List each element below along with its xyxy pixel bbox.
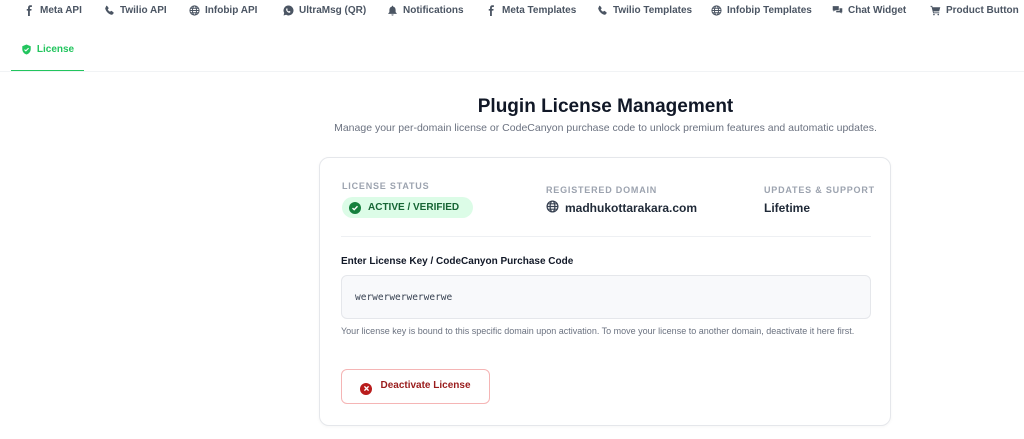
globe-icon (546, 200, 559, 216)
license-card: LICENSE STATUS ACTIVE / VERIFIED REGISTE… (319, 157, 891, 426)
license-status-label: LICENSE STATUS (342, 181, 430, 191)
tab-bar-divider (0, 71, 1024, 72)
close-circle-icon (360, 382, 373, 395)
tab-label: Product Button (946, 4, 1019, 16)
tab-label: License (36, 44, 75, 55)
tab-label: Infobip Templates (727, 4, 812, 16)
tab-label: UltraMsg (QR) (299, 4, 367, 16)
tab-label: Meta Templates (502, 4, 577, 16)
shield-icon (21, 44, 32, 58)
tab-chat-widget[interactable]: Chat Widget (831, 3, 906, 17)
check-circle-icon (349, 201, 361, 214)
tab-label: Twilio API (120, 4, 167, 16)
updates-support-label: UPDATES & SUPPORT (764, 185, 875, 195)
facebook-icon (23, 4, 35, 16)
tab-label: Meta API (40, 4, 82, 16)
page-subtitle: Manage your per-domain license or CodeCa… (334, 122, 877, 134)
whatsapp-icon (282, 4, 294, 16)
status-badge-text: ACTIVE / VERIFIED (368, 202, 460, 213)
globe-icon (710, 4, 722, 16)
deactivate-label: Deactivate License (380, 379, 471, 391)
license-help-text: Your license key is bound to this specif… (341, 326, 855, 336)
phone-icon (596, 4, 608, 16)
tab-license[interactable]: License (11, 38, 84, 72)
tab-infobip-templates[interactable]: Infobip Templates (710, 3, 812, 17)
tab-notifications[interactable]: Notifications (386, 3, 464, 17)
tab-label: Notifications (403, 4, 464, 16)
updates-support-value: Lifetime (764, 201, 811, 215)
tab-twilio-api[interactable]: Twilio API (103, 3, 167, 17)
registered-domain: madhukottarakara.com (546, 200, 697, 216)
page-title: Plugin License Management (477, 96, 734, 117)
cart-icon (929, 4, 941, 16)
phone-icon (103, 4, 115, 16)
domain-value: madhukottarakara.com (565, 201, 698, 215)
tab-twilio-templates[interactable]: Twilio Templates (596, 3, 692, 17)
tab-label: Infobip API (205, 4, 258, 16)
bell-icon (386, 4, 398, 16)
tab-label: Chat Widget (848, 4, 907, 16)
tab-product-button[interactable]: Product Button (929, 3, 1019, 17)
registered-domain-label: REGISTERED DOMAIN (546, 185, 658, 195)
tab-meta-templates[interactable]: Meta Templates (485, 3, 576, 17)
tab-label: Twilio Templates (613, 4, 693, 16)
globe-icon (188, 4, 200, 16)
status-badge: ACTIVE / VERIFIED (342, 197, 473, 218)
tab-ultramsg[interactable]: UltraMsg (QR) (282, 3, 366, 17)
tab-meta-api[interactable]: Meta API (23, 3, 82, 17)
tab-infobip-api[interactable]: Infobip API (188, 3, 257, 17)
license-key-input[interactable] (341, 275, 871, 319)
license-key-label: Enter License Key / CodeCanyon Purchase … (341, 256, 574, 267)
section-divider (341, 236, 871, 237)
facebook-icon (485, 4, 497, 16)
settings-tab-bar: Meta API Twilio API Infobip API UltraMsg… (0, 0, 1024, 20)
deactivate-license-button[interactable]: Deactivate License (341, 369, 490, 404)
chat-icon (831, 4, 843, 16)
